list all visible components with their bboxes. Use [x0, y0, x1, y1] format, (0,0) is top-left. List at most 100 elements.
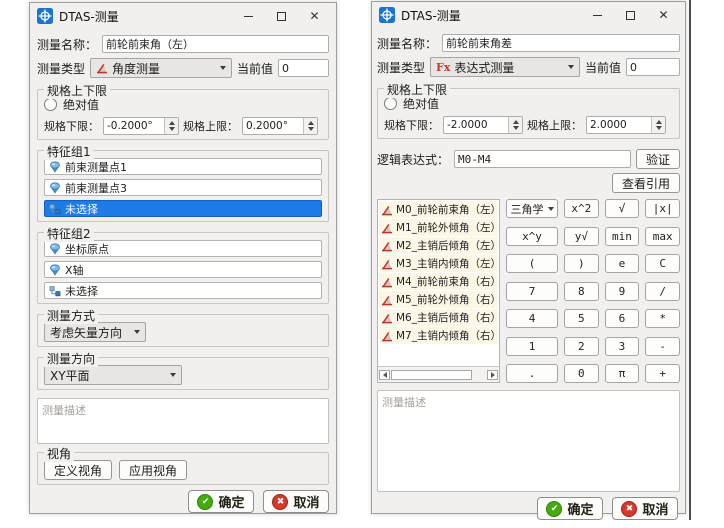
calc-key-8[interactable]: 8: [564, 282, 599, 301]
titlebar[interactable]: DTAS-测量 ✕: [372, 2, 685, 28]
feature-item-selected[interactable]: 未选择: [44, 200, 322, 217]
measure-method-dropdown[interactable]: 考虑矢量方向: [44, 322, 146, 342]
ok-check-icon: ✔: [197, 494, 213, 510]
scroll-right-icon[interactable]: [487, 370, 498, 380]
upper-limit-spinner[interactable]: 2.0000: [586, 116, 666, 134]
expression-fx-icon: Fx: [436, 61, 450, 74]
calc-key-open-paren[interactable]: (: [506, 254, 558, 273]
calc-key-7[interactable]: 7: [506, 282, 558, 301]
spec-limits-title: 规格上下限: [384, 81, 450, 98]
calc-key-min[interactable]: min: [605, 227, 640, 246]
maximize-button[interactable]: [265, 5, 298, 27]
calc-key-abs[interactable]: |x|: [645, 199, 680, 218]
horizontal-scrollbar[interactable]: [378, 366, 499, 382]
calc-key-1[interactable]: 1: [506, 337, 558, 356]
measurement-item[interactable]: M1_前轮外倾角（左）: [379, 219, 498, 236]
calc-key-close-paren[interactable]: ): [564, 254, 599, 273]
absolute-value-radio[interactable]: [384, 97, 397, 110]
current-value-input[interactable]: [278, 59, 329, 77]
calc-key-subtract[interactable]: -: [645, 337, 680, 356]
view-reference-button[interactable]: 查看引用: [612, 173, 680, 193]
angle-measure-icon: [381, 204, 393, 216]
measure-type-dropdown[interactable]: 角度测量: [90, 58, 232, 78]
cancel-button[interactable]: ✖ 取消: [263, 490, 329, 513]
measurement-item[interactable]: M7_主销内倾角（右）: [379, 327, 498, 344]
minimize-button[interactable]: [581, 4, 614, 26]
angle-measure-icon: [96, 62, 108, 74]
feature-item[interactable]: 未选择: [44, 282, 322, 299]
measurement-item[interactable]: M6_主销后倾角（右）: [379, 309, 498, 326]
cancel-button[interactable]: ✖ 取消: [612, 497, 678, 520]
calc-key-yroot[interactable]: y√: [564, 227, 599, 246]
ok-check-icon: ✔: [546, 501, 562, 517]
feature-item[interactable]: 前束测量点3: [44, 179, 322, 196]
close-button[interactable]: ✕: [298, 5, 331, 27]
calc-key-pi[interactable]: π: [605, 364, 640, 383]
calc-key-add[interactable]: +: [645, 364, 680, 383]
calc-key-6[interactable]: 6: [605, 309, 640, 328]
calc-key-divide[interactable]: /: [645, 282, 680, 301]
apply-view-button[interactable]: 应用视角: [119, 460, 187, 480]
spinner-arrows-icon[interactable]: [508, 117, 522, 133]
close-button[interactable]: ✕: [647, 4, 680, 26]
calc-key-3[interactable]: 3: [605, 337, 640, 356]
calc-key-0[interactable]: 0: [564, 364, 599, 383]
calc-key-2[interactable]: 2: [564, 337, 599, 356]
calc-key-square[interactable]: x^2: [564, 199, 599, 218]
expression-input[interactable]: [454, 150, 631, 168]
trig-functions-dropdown[interactable]: 三角学: [506, 199, 558, 218]
calc-key-sqrt[interactable]: √: [605, 199, 640, 218]
calculator-keypad: 三角学 x^2 √ |x| x^y y√ min max ( ) e C 7 8…: [506, 199, 680, 383]
define-view-button[interactable]: 定义视角: [44, 460, 112, 480]
calc-key-pow[interactable]: x^y: [506, 227, 558, 246]
feature-item[interactable]: 前束测量点1: [44, 158, 322, 175]
measure-name-input[interactable]: [442, 34, 680, 52]
measure-name-input[interactable]: [102, 35, 329, 53]
lower-limit-spinner[interactable]: -0.2000°: [103, 117, 179, 135]
feature-item[interactable]: 坐标原点: [44, 240, 322, 257]
titlebar[interactable]: DTAS-测量 ✕: [30, 3, 336, 29]
expression-label: 逻辑表达式：: [377, 151, 449, 168]
measurement-item[interactable]: M5_前轮外倾角（右）: [379, 291, 498, 308]
scroll-left-icon[interactable]: [379, 370, 390, 380]
feature-item[interactable]: X轴: [44, 261, 322, 278]
measurement-item[interactable]: M3_主销内倾角（左）: [379, 255, 498, 272]
ok-button[interactable]: ✔ 确定: [188, 490, 254, 513]
ok-button[interactable]: ✔ 确定: [537, 497, 603, 520]
measure-type-label: 测量类型: [37, 60, 85, 77]
measure-type-dropdown[interactable]: Fx 表达式测量: [430, 57, 580, 77]
lower-limit-spinner[interactable]: -2.0000: [443, 116, 523, 134]
view-group: 视角 定义视角 应用视角: [37, 452, 329, 485]
measure-name-label: 测量名称：: [377, 35, 437, 52]
calc-key-5[interactable]: 5: [564, 309, 599, 328]
calc-key-e[interactable]: e: [605, 254, 640, 273]
lower-limit-label: 规格下限：: [384, 117, 439, 133]
measurement-item[interactable]: M2_主销后倾角（左）: [379, 237, 498, 254]
calc-key-decimal[interactable]: .: [506, 364, 558, 383]
validate-button[interactable]: 验证: [636, 149, 680, 169]
spinner-arrows-icon[interactable]: [303, 118, 317, 134]
measure-description-textarea[interactable]: [377, 390, 680, 492]
minimize-icon: [244, 16, 253, 17]
spec-limits-title: 规格上下限: [44, 82, 110, 99]
measure-description-textarea[interactable]: [37, 398, 329, 444]
calc-key-max[interactable]: max: [645, 227, 680, 246]
calc-key-multiply[interactable]: *: [645, 309, 680, 328]
upper-limit-spinner[interactable]: 0.2000°: [242, 117, 318, 135]
measurement-item[interactable]: M0_前轮前束角（左）: [379, 201, 498, 218]
calc-key-9[interactable]: 9: [605, 282, 640, 301]
measure-direction-dropdown[interactable]: XY平面: [44, 365, 182, 385]
measure-method-title: 测量方式: [44, 307, 98, 324]
current-value-input[interactable]: [626, 58, 680, 76]
spinner-arrows-icon[interactable]: [164, 118, 178, 134]
measurement-item[interactable]: M4_前轮前束角（右）: [379, 273, 498, 290]
absolute-value-radio[interactable]: [44, 98, 57, 111]
calc-key-clear[interactable]: C: [645, 254, 680, 273]
spinner-arrows-icon[interactable]: [651, 117, 665, 133]
maximize-button[interactable]: [614, 4, 647, 26]
current-value-label: 当前值: [585, 59, 621, 76]
minimize-button[interactable]: [232, 5, 265, 27]
calc-key-4[interactable]: 4: [506, 309, 558, 328]
scrollbar-thumb[interactable]: [391, 370, 472, 380]
app-icon: [379, 7, 395, 23]
